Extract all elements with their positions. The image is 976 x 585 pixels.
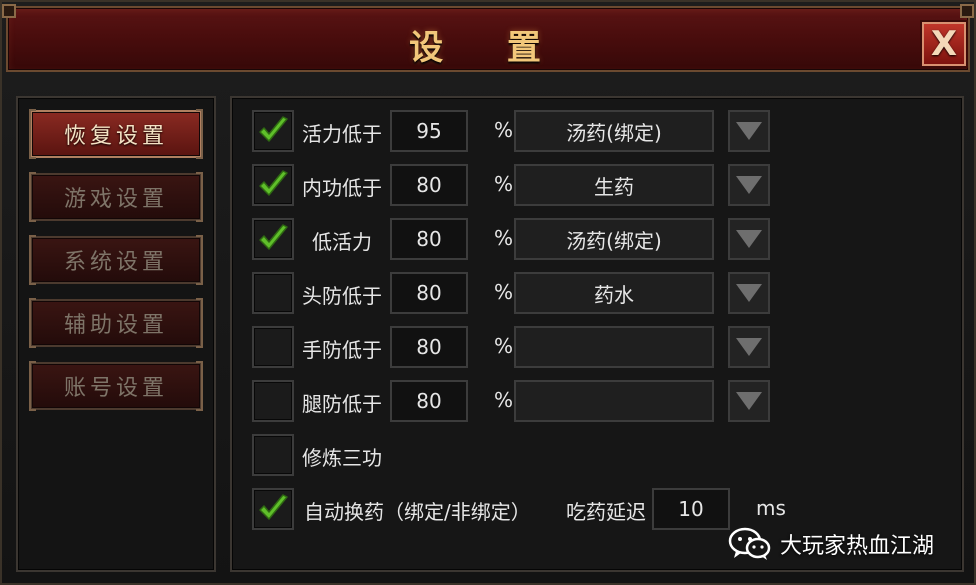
close-button[interactable]: X xyxy=(922,22,966,66)
vitality-threshold-input[interactable]: 95 xyxy=(390,110,468,152)
row-label: 活力低于 xyxy=(302,122,382,146)
low-vitality-checkbox[interactable] xyxy=(252,218,294,260)
tab-game-settings[interactable]: 游戏设置 xyxy=(29,172,203,222)
row-label: 腿防低于 xyxy=(302,392,382,416)
tab-assist-settings[interactable]: 辅助设置 xyxy=(29,298,203,348)
delay-label: 吃药延迟 xyxy=(566,500,646,524)
tab-recovery-settings[interactable]: 恢复设置 xyxy=(29,109,203,159)
percent-sign: % xyxy=(494,172,514,196)
tab-label: 系统设置 xyxy=(63,250,168,275)
leg-armor-dropdown-button[interactable] xyxy=(728,380,770,422)
hand-armor-threshold-input[interactable]: 80 xyxy=(390,326,468,368)
head-armor-checkbox[interactable] xyxy=(252,272,294,314)
row-label: 低活力 xyxy=(312,230,372,254)
delay-input[interactable]: 10 xyxy=(652,488,730,530)
row-label: 修炼三功 xyxy=(302,446,382,470)
inner-power-dropdown-button[interactable] xyxy=(728,164,770,206)
hand-armor-dropdown-button[interactable] xyxy=(728,326,770,368)
tab-label: 账号设置 xyxy=(63,376,168,401)
checkmark-icon xyxy=(259,224,288,250)
low-vitality-threshold-input[interactable]: 80 xyxy=(390,218,468,260)
chevron-down-icon xyxy=(736,230,762,248)
tab-label: 恢复设置 xyxy=(63,124,168,149)
checkmark-icon xyxy=(259,116,288,142)
chevron-down-icon xyxy=(736,176,762,194)
tab-label: 辅助设置 xyxy=(63,313,168,338)
row-label: 头防低于 xyxy=(302,284,382,308)
hand-armor-item-select[interactable] xyxy=(514,326,714,368)
chevron-down-icon xyxy=(736,338,762,356)
tab-system-settings[interactable]: 系统设置 xyxy=(29,235,203,285)
row-label: 自动换药（绑定/非绑定） xyxy=(304,500,531,524)
row-label: 手防低于 xyxy=(302,338,382,362)
hand-armor-checkbox[interactable] xyxy=(252,326,294,368)
leg-armor-checkbox[interactable] xyxy=(252,380,294,422)
title-bar: 设 置 X xyxy=(2,4,974,72)
inner-power-checkbox[interactable] xyxy=(252,164,294,206)
tab-account-settings[interactable]: 账号设置 xyxy=(29,361,203,411)
percent-sign: % xyxy=(494,118,514,142)
inner-power-item-select[interactable]: 生药 xyxy=(514,164,714,206)
wechat-icon xyxy=(728,527,771,560)
leg-armor-item-select[interactable] xyxy=(514,380,714,422)
inner-power-threshold-input[interactable]: 80 xyxy=(390,164,468,206)
vitality-dropdown-button[interactable] xyxy=(728,110,770,152)
delay-unit: ms xyxy=(756,496,786,520)
low-vitality-dropdown-button[interactable] xyxy=(728,218,770,260)
vitality-item-select[interactable]: 汤药(绑定) xyxy=(514,110,714,152)
auto-swap-checkbox[interactable] xyxy=(252,488,294,530)
percent-sign: % xyxy=(494,388,514,412)
close-icon: X xyxy=(930,24,958,64)
settings-window: 设 置 X 恢复设置 游戏设置 系统设置 辅助设置 账号设置 活力低于 95 %… xyxy=(0,0,976,585)
percent-sign: % xyxy=(494,280,514,304)
vitality-checkbox[interactable] xyxy=(252,110,294,152)
chevron-down-icon xyxy=(736,122,762,140)
checkmark-icon xyxy=(259,494,288,520)
row-label: 内功低于 xyxy=(302,176,382,200)
low-vitality-item-select[interactable]: 汤药(绑定) xyxy=(514,218,714,260)
head-armor-threshold-input[interactable]: 80 xyxy=(390,272,468,314)
watermark: 大玩家热血江湖 xyxy=(728,524,934,564)
window-title: 设 置 xyxy=(409,28,567,68)
chevron-down-icon xyxy=(736,392,762,410)
tab-panel: 恢复设置 游戏设置 系统设置 辅助设置 账号设置 xyxy=(16,96,216,572)
tab-label: 游戏设置 xyxy=(63,187,168,212)
head-armor-item-select[interactable]: 药水 xyxy=(514,272,714,314)
train-three-checkbox[interactable] xyxy=(252,434,294,476)
chevron-down-icon xyxy=(736,284,762,302)
percent-sign: % xyxy=(494,334,514,358)
head-armor-dropdown-button[interactable] xyxy=(728,272,770,314)
checkmark-icon xyxy=(259,170,288,196)
settings-panel: 活力低于 95 % 汤药(绑定) 内功低于 80 % 生药 低活力 80 % 汤… xyxy=(230,96,964,572)
watermark-text: 大玩家热血江湖 xyxy=(780,534,935,559)
percent-sign: % xyxy=(494,226,514,250)
leg-armor-threshold-input[interactable]: 80 xyxy=(390,380,468,422)
